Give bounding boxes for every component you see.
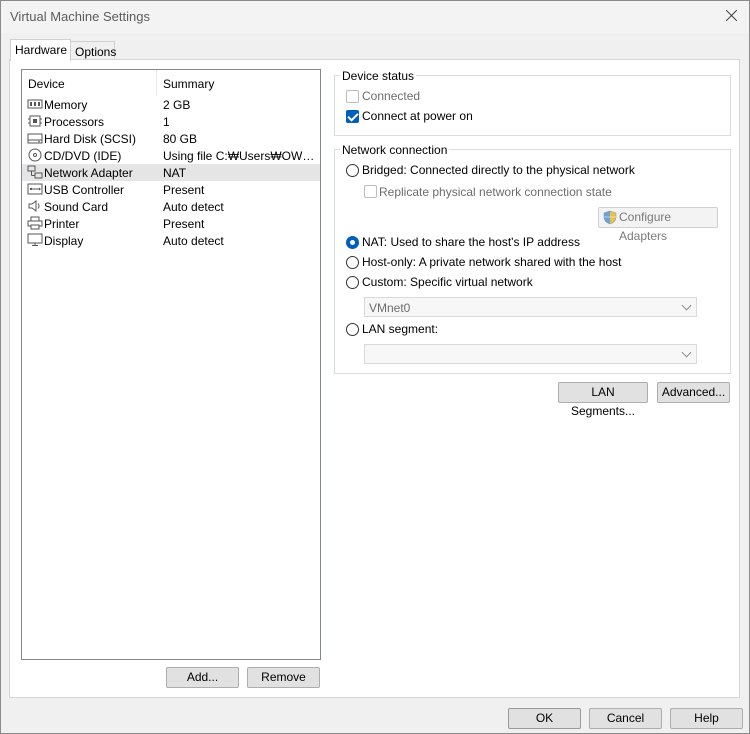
- device-row-printer[interactable]: Printer Present: [22, 215, 320, 232]
- device-status-group: [334, 75, 731, 136]
- network-connection-label: Network connection: [340, 143, 450, 157]
- memory-icon: [27, 99, 43, 109]
- connect-at-power-on-label: Connect at power on: [362, 109, 473, 123]
- host-only-label: Host-only: A private network shared with…: [362, 255, 622, 269]
- add-button[interactable]: Add...: [166, 667, 239, 688]
- device-row-cd-dvd[interactable]: CD/DVD (IDE) Using file C:₩Users₩OWNE...: [22, 147, 320, 164]
- usb-icon: [27, 183, 43, 195]
- device-row-display[interactable]: Display Auto detect: [22, 232, 320, 249]
- custom-network-value: VMnet0: [369, 301, 411, 315]
- hard-disk-icon: [27, 133, 43, 144]
- device-name: CD/DVD (IDE): [44, 149, 122, 163]
- window-title: Virtual Machine Settings: [10, 9, 150, 24]
- close-icon[interactable]: [723, 7, 741, 25]
- host-only-radio[interactable]: [346, 256, 359, 269]
- custom-radio[interactable]: [346, 276, 359, 289]
- chevron-down-icon: [681, 300, 692, 311]
- bridged-label: Bridged: Connected directly to the physi…: [362, 163, 635, 177]
- device-name: Network Adapter: [44, 166, 133, 180]
- device-summary: Auto detect: [163, 200, 224, 214]
- ok-button[interactable]: OK: [508, 708, 581, 729]
- tab-hardware[interactable]: Hardware: [10, 39, 71, 61]
- network-adapter-icon: [27, 165, 43, 179]
- help-button[interactable]: Help: [670, 708, 743, 729]
- connected-checkbox[interactable]: [346, 90, 359, 103]
- device-row-hard-disk[interactable]: Hard Disk (SCSI) 80 GB: [22, 130, 320, 147]
- configure-adapters-button[interactable]: Configure Adapters: [598, 207, 718, 243]
- device-name: Processors: [44, 115, 105, 129]
- speaker-icon: [28, 200, 40, 212]
- cd-dvd-icon: [28, 148, 42, 162]
- column-header-device[interactable]: Device: [28, 77, 65, 91]
- lan-segment-select[interactable]: [364, 344, 697, 364]
- nat-radio[interactable]: [346, 236, 359, 249]
- replicate-checkbox[interactable]: [364, 185, 377, 198]
- monitor-icon: [27, 233, 43, 246]
- printer-icon: [27, 216, 43, 230]
- remove-button[interactable]: Remove: [247, 667, 320, 688]
- nat-label: NAT: Used to share the host's IP address: [362, 235, 580, 249]
- device-list[interactable]: Device Summary Memory 2 GB Processors 1 …: [21, 69, 321, 660]
- device-row-memory[interactable]: Memory 2 GB: [22, 96, 320, 113]
- tab-options[interactable]: Options: [70, 41, 116, 61]
- chevron-down-icon: [681, 347, 692, 358]
- device-summary: Present: [163, 217, 205, 231]
- device-summary: 1: [163, 115, 170, 129]
- device-summary: 80 GB: [163, 132, 198, 146]
- processor-icon: [28, 115, 42, 127]
- custom-network-select[interactable]: VMnet0: [364, 297, 697, 317]
- cancel-button[interactable]: Cancel: [589, 708, 662, 729]
- device-row-usb-controller[interactable]: USB Controller Present: [22, 181, 320, 198]
- device-name: USB Controller: [44, 183, 125, 197]
- device-name: Sound Card: [44, 200, 109, 214]
- device-status-label: Device status: [340, 69, 417, 83]
- device-row-sound-card[interactable]: Sound Card Auto detect: [22, 198, 320, 215]
- device-summary: Present: [163, 183, 205, 197]
- device-list-header: Device Summary: [22, 70, 320, 96]
- connect-at-power-on-checkbox[interactable]: [346, 110, 359, 123]
- lan-segments-button[interactable]: LAN Segments...: [558, 382, 648, 418]
- device-name: Printer: [44, 217, 80, 231]
- device-name: Memory: [44, 98, 88, 112]
- bridged-radio[interactable]: [346, 164, 359, 177]
- title-bar[interactable]: Virtual Machine Settings: [1, 1, 749, 33]
- device-summary: NAT: [163, 166, 187, 180]
- lan-segment-radio[interactable]: [346, 323, 359, 336]
- shield-icon: [603, 210, 617, 225]
- device-summary: 2 GB: [163, 98, 191, 112]
- device-name: Display: [44, 234, 84, 248]
- advanced-button[interactable]: Advanced...: [657, 382, 730, 403]
- device-name: Hard Disk (SCSI): [44, 132, 137, 146]
- device-summary: Using file C:₩Users₩OWNE...: [163, 149, 315, 163]
- dialog-window: Virtual Machine Settings Hardware Option…: [0, 0, 750, 734]
- lan-segment-label: LAN segment:: [362, 322, 439, 336]
- replicate-label: Replicate physical network connection st…: [379, 185, 612, 199]
- device-summary: Auto detect: [163, 234, 224, 248]
- device-row-processors[interactable]: Processors 1: [22, 113, 320, 130]
- connected-label: Connected: [362, 89, 421, 103]
- device-row-network-adapter[interactable]: Network Adapter NAT: [22, 164, 320, 181]
- column-divider[interactable]: [156, 70, 157, 96]
- custom-label: Custom: Specific virtual network: [362, 275, 533, 289]
- configure-adapters-label: Configure Adapters: [619, 210, 672, 243]
- column-header-summary[interactable]: Summary: [163, 77, 214, 91]
